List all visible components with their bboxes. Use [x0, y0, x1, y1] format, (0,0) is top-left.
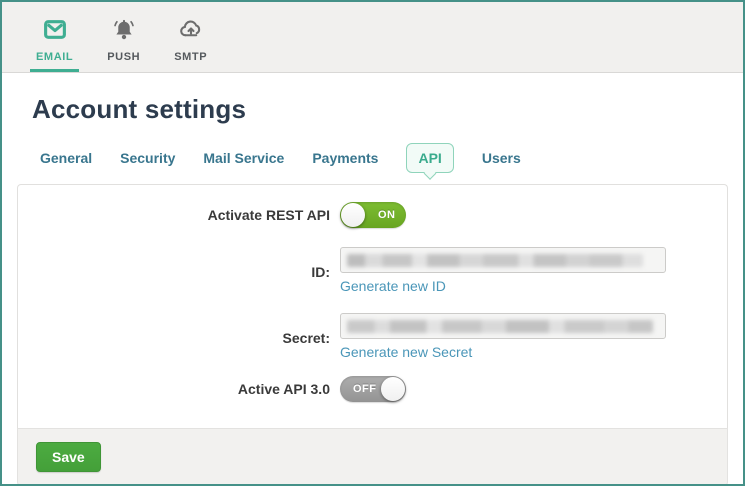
tab-payments[interactable]: Payments: [312, 150, 378, 166]
generate-new-secret-link[interactable]: Generate new Secret: [340, 344, 472, 360]
generate-new-id-link[interactable]: Generate new ID: [340, 278, 446, 294]
secret-label: Secret:: [18, 330, 340, 346]
api-settings-panel: Activate REST API ON ID: Generate new ID: [17, 184, 728, 486]
row-secret: Secret: Generate new Secret: [18, 313, 727, 362]
nav-label-push: PUSH: [107, 51, 140, 63]
settings-tabs: General Security Mail Service Payments A…: [40, 138, 743, 178]
nav-label-email: EMAIL: [36, 51, 73, 63]
toggle-knob: [341, 203, 365, 227]
nav-item-push[interactable]: PUSH: [101, 2, 146, 72]
tab-mail-service[interactable]: Mail Service: [203, 150, 284, 166]
active-tab-pointer: [424, 167, 437, 180]
tab-api-label: API: [418, 150, 441, 166]
api-settings-form: Activate REST API ON ID: Generate new ID: [17, 184, 728, 428]
id-label: ID:: [18, 264, 340, 280]
id-input[interactable]: [340, 247, 666, 273]
id-redacted-value: [347, 254, 643, 267]
tab-security[interactable]: Security: [120, 150, 175, 166]
row-activate-rest-api: Activate REST API ON: [18, 202, 727, 228]
channel-nav: EMAIL PUSH SMTP: [2, 2, 743, 73]
envelope-icon: [42, 17, 68, 47]
save-button[interactable]: Save: [36, 442, 101, 472]
activate-rest-api-label: Activate REST API: [18, 207, 340, 223]
bell-icon: [111, 17, 137, 47]
api-3-toggle[interactable]: OFF: [340, 376, 406, 402]
row-id: ID: Generate new ID: [18, 247, 727, 296]
row-active-api-3: Active API 3.0 OFF: [18, 376, 727, 402]
tab-api[interactable]: API: [406, 143, 453, 173]
tab-general[interactable]: General: [40, 150, 92, 166]
rest-api-toggle[interactable]: ON: [340, 202, 406, 228]
secret-input[interactable]: [340, 313, 666, 339]
panel-footer: Save: [17, 428, 728, 486]
tab-users[interactable]: Users: [482, 150, 521, 166]
cloud-upload-icon: [178, 17, 204, 47]
active-api-3-label: Active API 3.0: [18, 381, 340, 397]
toggle-state-label: OFF: [353, 383, 377, 395]
toggle-knob: [381, 377, 405, 401]
nav-item-email[interactable]: EMAIL: [30, 2, 79, 72]
nav-item-smtp[interactable]: SMTP: [168, 2, 213, 72]
secret-redacted-value: [347, 320, 653, 333]
nav-label-smtp: SMTP: [174, 51, 207, 63]
toggle-state-label: ON: [378, 209, 396, 221]
account-settings-window: EMAIL PUSH SMTP: [0, 0, 745, 486]
page-title: Account settings: [32, 94, 743, 125]
